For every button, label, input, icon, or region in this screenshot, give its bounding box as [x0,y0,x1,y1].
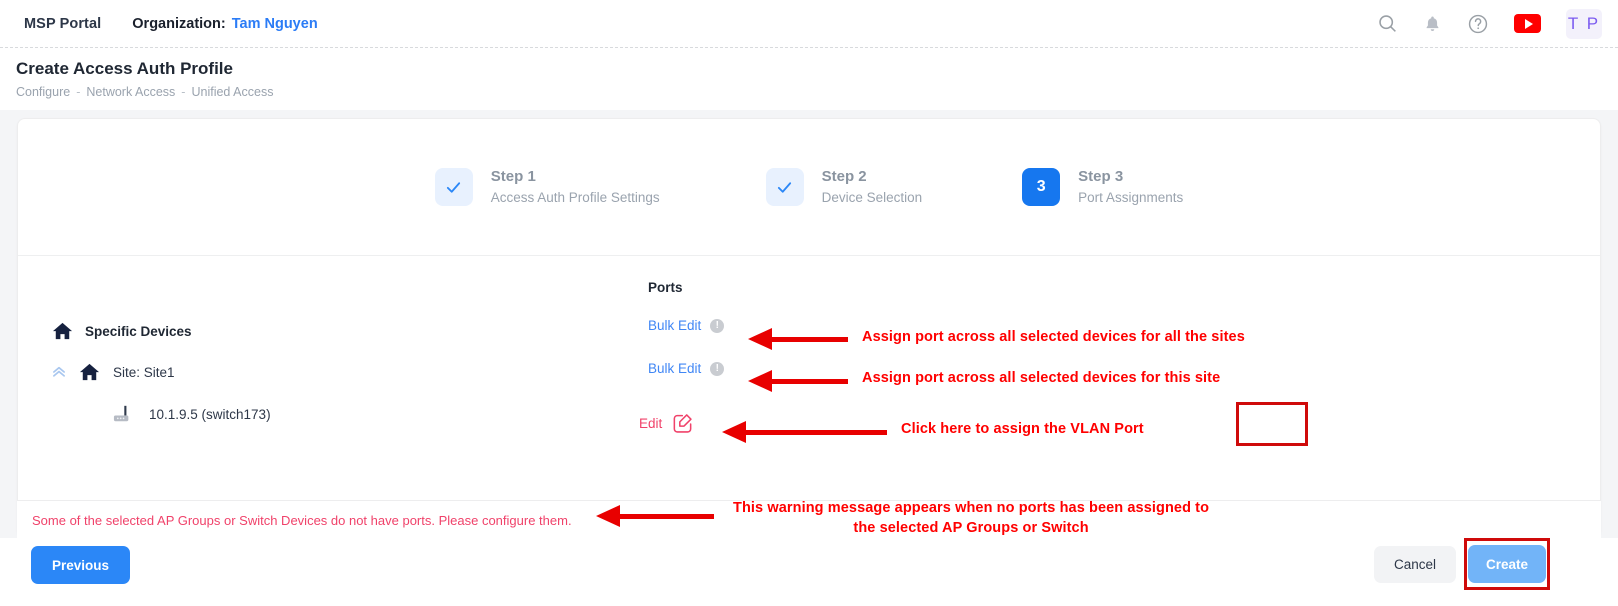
annotation-arrow-3 [722,421,887,443]
organization-block: Organization: Tam Nguyen [132,16,317,32]
annotation-arrow-1 [748,328,848,350]
step-3-name: Step 3 [1078,168,1124,185]
step-2-sub: Device Selection [821,189,923,205]
chevron-up-icon[interactable] [51,366,67,378]
annotation-text-3: Click here to assign the VLAN Port [901,421,1144,437]
tree-row-site[interactable]: Site: Site1 [51,362,175,382]
step-1-sub: Access Auth Profile Settings [490,189,660,205]
annotation-text-4-line2: the selected AP Groups or Switch [853,519,1089,536]
home-icon [51,321,74,341]
step-1-name: Step 1 [490,168,536,185]
create-button[interactable]: Create [1468,545,1546,583]
ports-cell-all-sites: Bulk Edit ! [648,318,725,333]
edit-link[interactable]: Edit [639,416,662,431]
home-icon [78,362,101,382]
annotation-text-2: Assign port across all selected devices … [862,370,1221,386]
annotation-text-1: Assign port across all selected devices … [862,329,1245,345]
top-bar-right: T P [1377,8,1618,39]
organization-value[interactable]: Tam Nguyen [232,16,318,32]
warning-message: Some of the selected AP Groups or Switch… [32,513,572,528]
breadcrumb-item-unified-access[interactable]: Unified Access [191,85,273,99]
bell-icon[interactable] [1423,14,1442,34]
ports-cell-device: Edit [627,398,1308,446]
annotation-arrow-4 [596,505,714,527]
edit-highlight-box [1236,402,1308,446]
annotation-text-4-line1: This warning message appears when no por… [733,500,1210,516]
tree-label-site: Site: Site1 [113,364,175,380]
page-header: Create Access Auth Profile Configure - N… [0,47,1618,110]
ports-cell-this-site: Bulk Edit ! [648,361,725,376]
breadcrumb-separator: - [76,85,81,99]
previous-button[interactable]: Previous [31,546,130,584]
tree-row-device[interactable]: 10.1.9.5 (switch173) [112,404,271,424]
step-2-check-icon [765,168,804,206]
step-3[interactable]: 3 Step 3 Port Assignments [1022,166,1183,208]
annotation-text-4: This warning message appears when no por… [733,499,1209,538]
msp-portal-label[interactable]: MSP Portal [24,16,101,32]
cancel-button[interactable]: Cancel [1374,546,1456,583]
edit-control[interactable]: Edit [627,398,694,435]
step-2-text: Step 2 Device Selection [822,166,923,208]
wizard-stepper: Step 1 Access Auth Profile Settings Step… [18,119,1600,256]
top-bar-left: MSP Portal Organization: Tam Nguyen [0,16,318,32]
step-3-badge: 3 [1022,168,1061,206]
step-2-name: Step 2 [821,168,867,185]
switch-icon [112,404,137,424]
edit-square-icon[interactable] [671,412,694,435]
breadcrumb-separator: - [181,85,186,99]
avatar[interactable]: T P [1566,8,1602,39]
tree-row-specific-devices[interactable]: Specific Devices [51,321,192,341]
ports-column-header: Ports [648,280,683,295]
tree-label-specific-devices: Specific Devices [85,323,192,339]
info-icon[interactable]: ! [710,361,725,376]
page-title: Create Access Auth Profile [16,59,233,78]
step-2[interactable]: Step 2 Device Selection [765,166,923,208]
footer-bar: Previous Cancel Create [0,538,1618,606]
step-3-sub: Port Assignments [1078,189,1184,205]
annotation-arrow-2 [748,370,848,392]
step-1-check-icon [434,168,473,206]
breadcrumb-item-network-access[interactable]: Network Access [86,85,175,99]
bulk-edit-link-all-sites[interactable]: Bulk Edit [648,318,701,333]
organization-label: Organization: [132,15,226,32]
tree-label-device: 10.1.9.5 (switch173) [149,406,271,422]
breadcrumb-item-configure[interactable]: Configure [16,85,70,99]
search-icon[interactable] [1377,13,1398,34]
bulk-edit-link-this-site[interactable]: Bulk Edit [648,361,701,376]
step-1[interactable]: Step 1 Access Auth Profile Settings [434,166,660,208]
step-3-text: Step 3 Port Assignments [1078,166,1183,208]
help-icon[interactable] [1467,13,1489,35]
step-1-text: Step 1 Access Auth Profile Settings [491,166,660,208]
info-icon[interactable]: ! [710,318,725,333]
breadcrumb: Configure - Network Access - Unified Acc… [16,85,1618,99]
top-bar: MSP Portal Organization: Tam Nguyen T P [0,0,1618,47]
youtube-icon[interactable] [1514,14,1541,33]
